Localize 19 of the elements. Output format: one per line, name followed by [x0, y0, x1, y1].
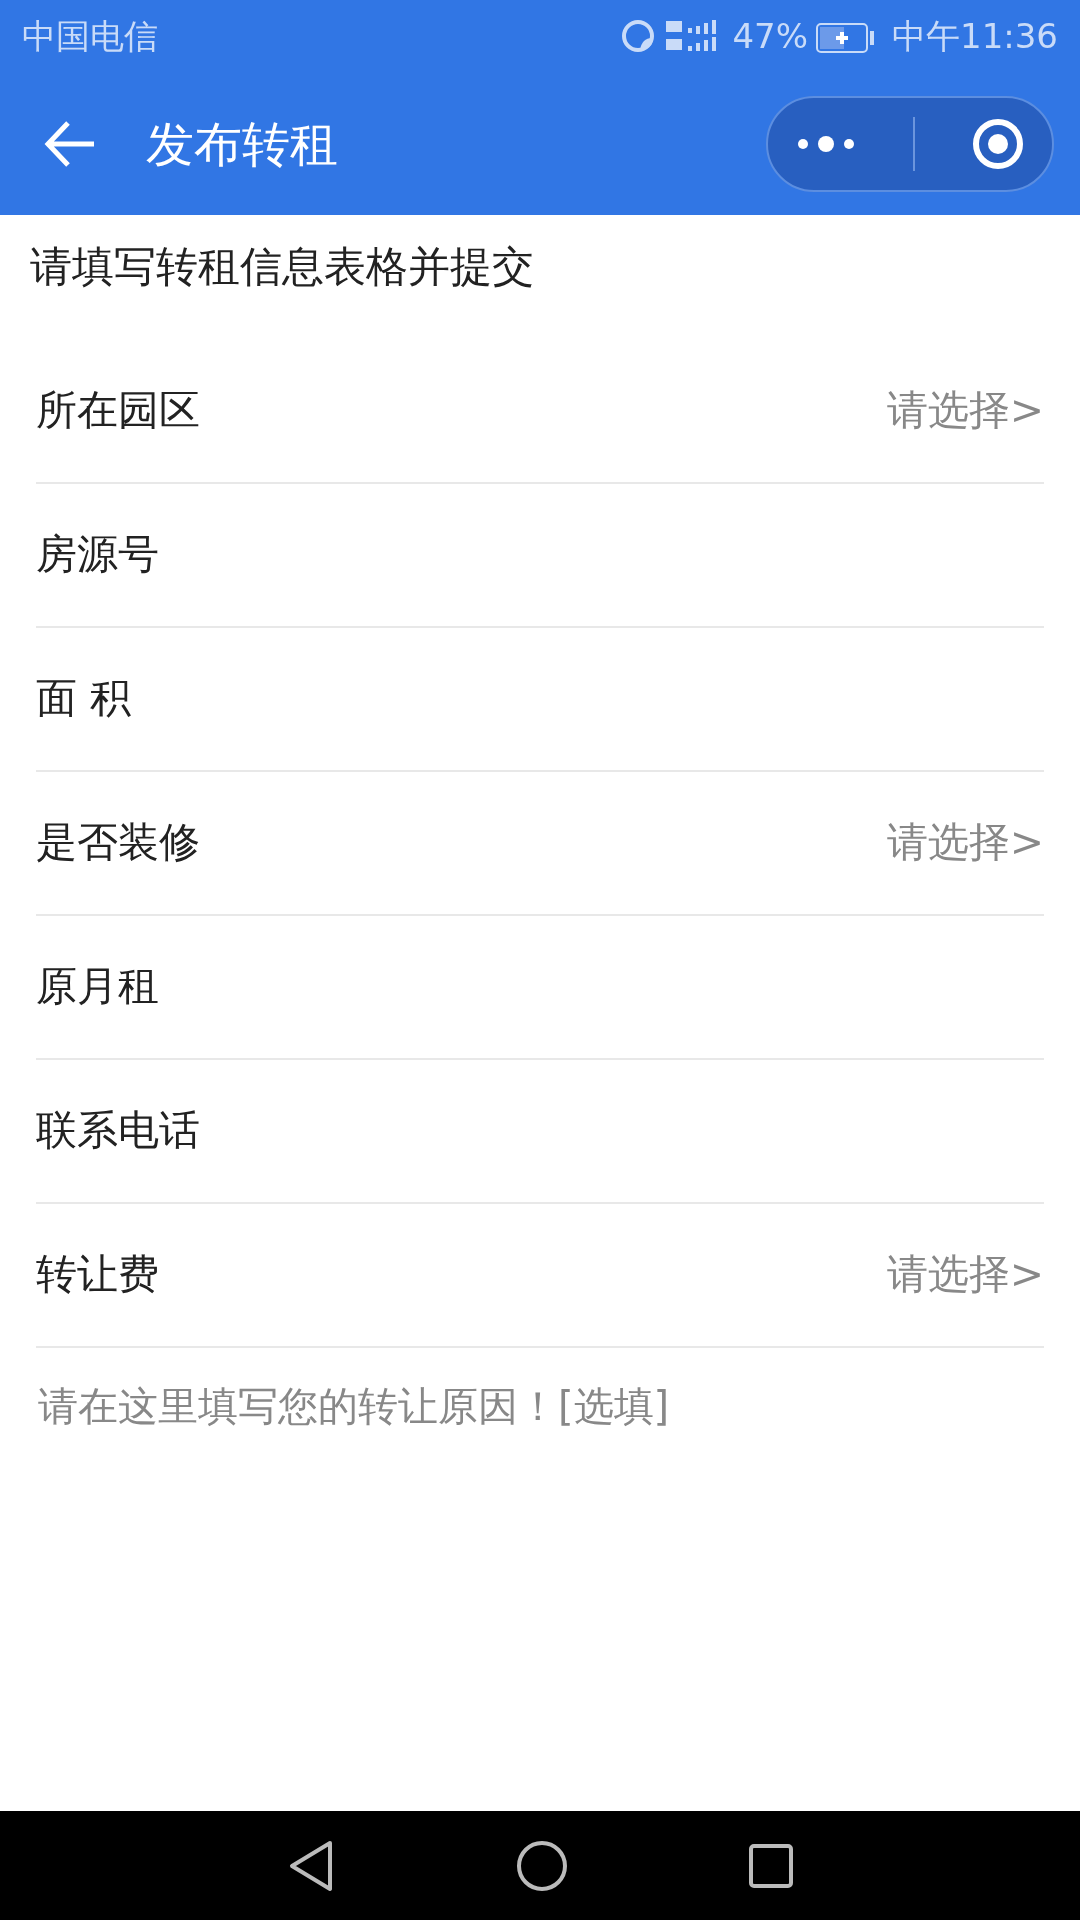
field-label: 是否装修	[36, 817, 200, 869]
field-label: 原月租	[36, 961, 159, 1013]
field-label: 房源号	[36, 529, 159, 581]
battery-icon	[816, 22, 876, 54]
carrier-text: 中国电信	[22, 14, 158, 58]
home-nav-icon[interactable]	[516, 1839, 568, 1892]
field-label: 转让费	[36, 1249, 159, 1301]
recents-nav-icon[interactable]	[748, 1842, 794, 1889]
select-field[interactable]: 请选择>	[886, 812, 1044, 874]
field-label: 面 积	[36, 673, 132, 725]
select-field[interactable]: 请选择>	[886, 1244, 1044, 1306]
field-label: 所在园区	[36, 385, 200, 437]
field-label: 联系电话	[36, 1105, 200, 1157]
battery-text: 47%	[732, 14, 808, 58]
clock-text: 中午11:36	[892, 14, 1058, 58]
more-icon[interactable]	[796, 133, 857, 154]
intro-text: 请填写转租信息表格并提交	[29, 241, 535, 293]
select-field[interactable]: 请选择>	[886, 380, 1044, 442]
page-title: 发布转租	[146, 114, 338, 174]
